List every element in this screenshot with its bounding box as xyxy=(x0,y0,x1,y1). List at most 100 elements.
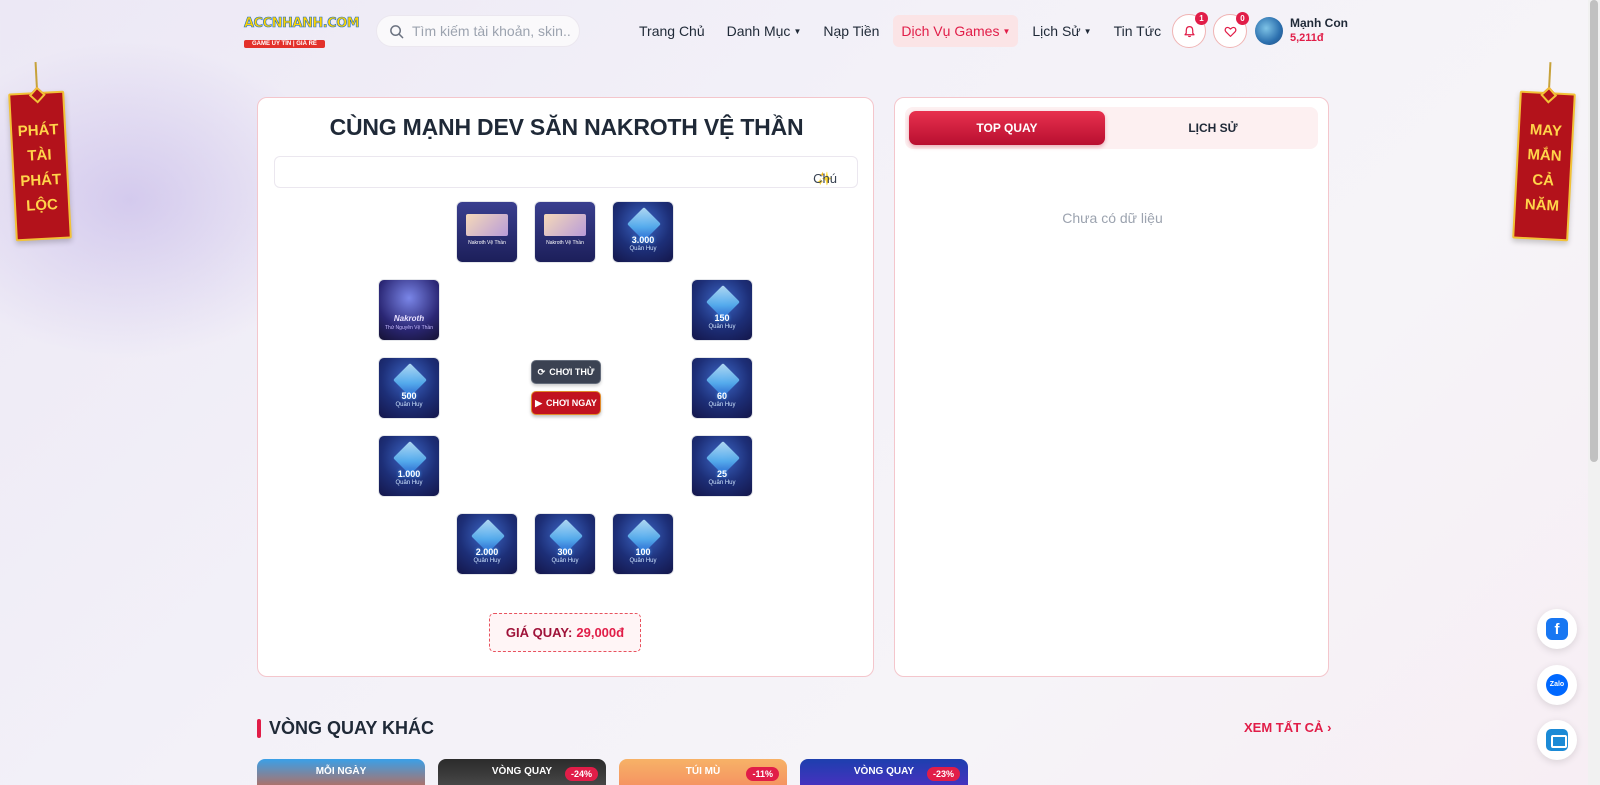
nav-categories-label: Danh Mục xyxy=(726,23,791,39)
banner-right-line: NĂM xyxy=(1524,196,1560,215)
prize-tile: 150 Quân Huy xyxy=(691,279,753,341)
tab-top-spin[interactable]: TOP QUAY xyxy=(909,111,1105,145)
other-wheel-card[interactable]: MỖI NGÀY xyxy=(257,759,425,785)
page-scrollbar[interactable] xyxy=(1588,0,1600,785)
search-input[interactable] xyxy=(412,23,572,39)
logo-text: ACCNHANH.COM xyxy=(244,16,360,32)
marquee-text: Chú xyxy=(813,171,837,186)
search-icon xyxy=(390,24,404,38)
notification-button[interactable]: 1 xyxy=(1172,12,1208,48)
see-all-link[interactable]: XEM TẤT CẢ › xyxy=(1244,720,1331,735)
user-balance: 5,211đ xyxy=(1290,32,1324,44)
other-wheel-card[interactable]: TÚI MÙ -11% xyxy=(619,759,787,785)
prize-tile: 100 Quân Huy xyxy=(612,513,674,575)
banner-right-line: CẢ xyxy=(1531,171,1555,190)
play-now-label: CHƠI NGAY xyxy=(546,398,597,408)
chevron-right-icon: › xyxy=(1327,720,1332,735)
banner-left-line: PHÁT xyxy=(19,170,62,191)
search-box xyxy=(376,15,580,47)
banner-right-line: MAY xyxy=(1529,121,1563,140)
try-spin-label: CHƠI THỬ xyxy=(549,367,595,377)
banner-left-line: TÀI xyxy=(26,146,52,165)
nav-home-label: Trang Chủ xyxy=(639,23,705,39)
other-wheel-card[interactable]: VÒNG QUAY -24% xyxy=(438,759,606,785)
facebook-icon: f xyxy=(1546,618,1568,640)
prize-tile: Nakroth Vệ Thần xyxy=(456,201,518,263)
nav-game-services[interactable]: Dịch Vụ Games ▼ xyxy=(893,15,1019,47)
refresh-icon: ⟳ xyxy=(537,366,546,377)
prize-label: Quân Huy xyxy=(395,480,423,486)
banner-right: MAY MẮN CẢ NĂM xyxy=(1512,62,1576,242)
prize-tile: 2.000 Quân Huy xyxy=(456,513,518,575)
nav-history-label: Lịch Sử xyxy=(1032,23,1081,39)
prize-tile: Nakroth Thứ Nguyên Vệ Thần xyxy=(378,279,440,341)
prize-label: Quân Huy xyxy=(708,324,736,330)
prize-tile: 1.000 Quân Huy xyxy=(378,435,440,497)
zalo-icon: Zalo xyxy=(1546,674,1568,696)
prize-amount: 3.000 xyxy=(631,235,655,245)
leaderboard-card: TOP QUAY LỊCH SỬ Chưa có dữ liệu xyxy=(894,97,1329,677)
notification-badge: 1 xyxy=(1195,12,1208,25)
nav-game-services-label: Dịch Vụ Games xyxy=(901,23,1000,39)
discount-badge: -24% xyxy=(564,767,598,781)
skin-card-image xyxy=(544,214,586,236)
site-logo[interactable]: ACCNHANH.COM GAME UY TÍN | GIÁ RẺ xyxy=(244,16,360,48)
chevron-down-icon: ▼ xyxy=(793,27,802,37)
prize-tile: 300 Quân Huy xyxy=(534,513,596,575)
nav-topup[interactable]: Nạp Tiền xyxy=(815,15,887,47)
prize-amount: 25 xyxy=(716,469,727,479)
banner-left-line: LỘC xyxy=(25,196,59,215)
prize-amount: 150 xyxy=(714,313,730,323)
prize-label: Quân Huy xyxy=(708,480,736,486)
other-wheel-card[interactable]: VÒNG QUAY -23% xyxy=(800,759,968,785)
price-label: GIÁ QUAY: xyxy=(505,625,573,640)
prize-amount: 100 xyxy=(635,547,651,557)
play-icon: ▶ xyxy=(535,397,543,408)
nav-home[interactable]: Trang Chủ xyxy=(631,15,713,47)
zalo-button[interactable]: Zalo xyxy=(1537,665,1577,705)
prize-label: Quân Huy xyxy=(708,402,736,408)
nav-history[interactable]: Lịch Sử ▼ xyxy=(1024,15,1099,47)
prize-label: Quân Huy xyxy=(473,558,501,564)
prize-amount: 500 xyxy=(401,391,417,401)
prize-amount: 60 xyxy=(716,391,727,401)
prize-subcaption: Thứ Nguyên Vệ Thần xyxy=(384,325,433,331)
play-now-button[interactable]: ▶ CHƠI NGAY xyxy=(531,391,601,415)
banner-right-line: MẮN xyxy=(1527,146,1563,165)
nav-topup-label: Nạp Tiền xyxy=(823,23,880,39)
user-name[interactable]: Mạnh Con xyxy=(1290,16,1348,30)
wheel-card: CÙNG MẠNH DEV SĂN NAKROTH VỆ THẦN ✨ Chú N… xyxy=(257,97,874,677)
chat-icon xyxy=(1546,729,1568,751)
prize-tile: Nakroth Vệ Thần xyxy=(534,201,596,263)
prize-amount: 1.000 xyxy=(397,469,421,479)
try-spin-button[interactable]: ⟳ CHƠI THỬ xyxy=(531,360,601,384)
section-title: VÒNG QUAY KHÁC xyxy=(269,718,435,738)
nav-news[interactable]: Tin Tức xyxy=(1106,15,1170,47)
prize-label: Quân Huy xyxy=(551,558,579,564)
tab-history[interactable]: LỊCH SỬ xyxy=(1115,111,1311,145)
heart-icon xyxy=(1224,26,1236,37)
prize-caption: Nakroth Vệ Thần xyxy=(546,240,584,246)
avatar[interactable] xyxy=(1255,17,1283,45)
nav-news-label: Tin Tức xyxy=(1113,23,1162,39)
messenger-button[interactable] xyxy=(1537,720,1577,760)
other-wheel-label: MỖI NGÀY xyxy=(315,766,367,777)
banner-knot xyxy=(1540,86,1558,104)
prize-amount: 2.000 xyxy=(475,547,499,557)
facebook-button[interactable]: f xyxy=(1537,609,1577,649)
empty-state: Chưa có dữ liệu xyxy=(1062,210,1163,226)
discount-badge: -11% xyxy=(746,767,779,781)
prize-tile: 60 Quân Huy xyxy=(691,357,753,419)
scrollbar-thumb[interactable] xyxy=(1590,0,1598,462)
skin-card-image xyxy=(466,214,508,236)
favorites-badge: 0 xyxy=(1236,12,1249,25)
see-all-label: XEM TẤT CẢ xyxy=(1244,720,1324,735)
favorites-button[interactable]: 0 xyxy=(1213,12,1249,48)
chevron-down-icon: ▼ xyxy=(1083,27,1092,37)
logo-tagline: GAME UY TÍN | GIÁ RẺ xyxy=(244,40,325,48)
spin-price: GIÁ QUAY: 29,000đ xyxy=(489,613,641,652)
prize-label: Quân Huy xyxy=(395,402,423,408)
banner-left: PHÁT TÀI PHÁT LỘC xyxy=(8,62,72,242)
bell-icon xyxy=(1183,25,1195,37)
nav-categories[interactable]: Danh Mục ▼ xyxy=(719,15,810,47)
